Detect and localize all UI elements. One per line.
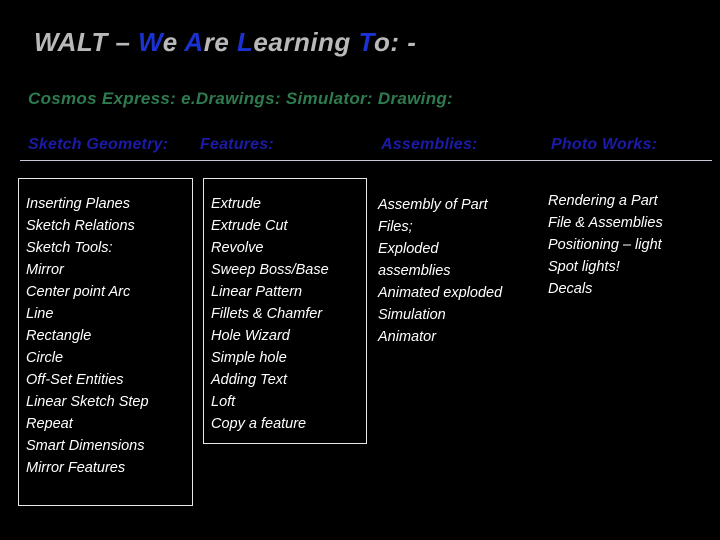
title-segment-0: WALT –: [34, 27, 139, 57]
list-item: Line: [26, 306, 54, 323]
list-item: Hole Wizard: [211, 328, 290, 345]
list-item: Off-Set Entities: [26, 372, 124, 389]
list-item: Mirror Features: [26, 460, 126, 477]
list-item: Adding Text: [211, 372, 288, 389]
title-segment-2: e: [162, 27, 185, 57]
subtitle-text: Cosmos Express: e.Drawings: Simulator: D…: [28, 89, 454, 108]
list-item: Inserting Planes: [26, 196, 130, 212]
list-item: Extrude: [211, 196, 261, 212]
title-segment-4: re: [203, 27, 238, 57]
list-item: Simple hole: [211, 350, 287, 367]
list-item: Linear Pattern: [211, 284, 303, 301]
title-segment-1: W: [138, 27, 163, 57]
column-list-photo-works: Rendering a Part File & Assemblies Positio…: [548, 190, 716, 300]
column-list-features: Extrude Extrude Cut Revolve Sweep Boss/Base…: [203, 178, 367, 444]
title-segment-7: T: [358, 27, 374, 57]
column-list-assemblies: Assembly of Part Files; Exploded assemblies…: [378, 194, 548, 348]
list-item: Linear Sketch Step: [26, 394, 149, 411]
list-item: Animator: [378, 329, 437, 346]
list-item: Decals: [548, 281, 593, 298]
list-item: File & Assemblies: [548, 215, 663, 232]
title-segment-3: A: [184, 27, 204, 57]
title-segment-8: o: -: [373, 27, 417, 57]
list-item: Sweep Boss/Base: [211, 262, 329, 279]
list-item: Sketch Relations: [26, 218, 135, 235]
title-segment-5: L: [237, 27, 254, 57]
list-item: Exploded: [378, 241, 439, 258]
header-underline-divider: [20, 160, 712, 161]
list-item: Positioning – light: [548, 237, 662, 254]
list-item: Spot lights!: [548, 259, 620, 276]
list-item: Animated exploded: [378, 285, 503, 302]
list-item: Revolve: [211, 240, 264, 257]
column-header-assemblies: Assemblies:: [381, 136, 478, 153]
list-item: Circle: [26, 350, 64, 367]
list-item: Copy a feature: [211, 416, 307, 433]
page-title: WALT – We Are Learning To: -: [34, 27, 417, 58]
list-item: Center point Arc: [26, 284, 131, 301]
list-item: Files;: [378, 219, 413, 236]
list-item: Mirror: [26, 262, 64, 279]
list-item: Rendering a Part: [548, 193, 658, 209]
column-header-sketch-geometry: Sketch Geometry:: [28, 136, 169, 153]
slide-canvas: WALT – We Are Learning To: - Cosmos Expr…: [0, 0, 720, 540]
list-item: Loft: [211, 394, 236, 411]
list-item: Sketch Tools:: [26, 240, 113, 257]
column-header-features: Features:: [200, 136, 274, 153]
list-item: Assembly of Part: [378, 197, 488, 213]
title-segment-6: earning: [253, 27, 359, 57]
list-item: Extrude Cut: [211, 218, 288, 235]
list-item: Simulation: [378, 307, 446, 324]
list-item: Fillets & Chamfer: [211, 306, 323, 323]
list-item: Smart Dimensions: [26, 438, 145, 455]
list-item: assemblies: [378, 263, 451, 280]
column-list-sketch-geometry: Inserting Planes Sketch Relations Sketch T…: [18, 178, 193, 506]
list-item: Repeat: [26, 416, 73, 433]
list-item: Rectangle: [26, 328, 92, 345]
column-header-photo-works: Photo Works:: [551, 136, 658, 153]
